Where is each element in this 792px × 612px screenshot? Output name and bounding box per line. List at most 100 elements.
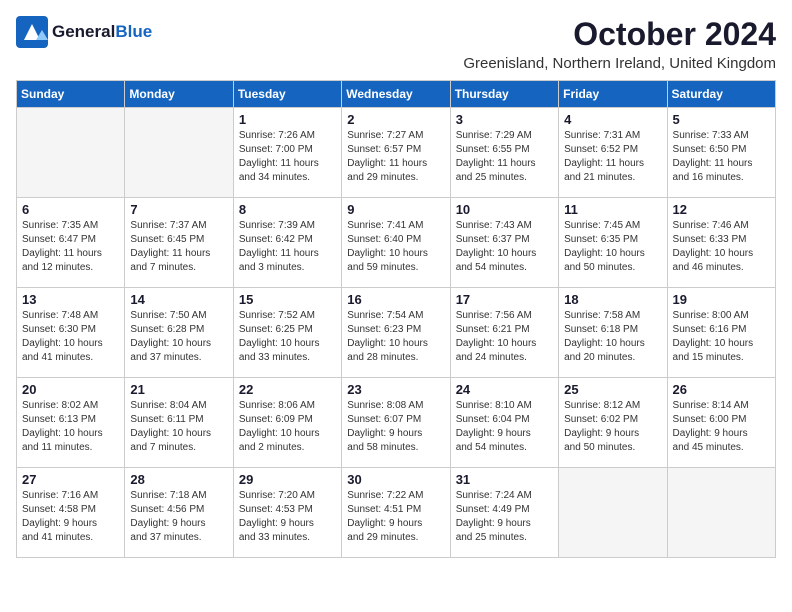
day-number: 22 bbox=[239, 382, 336, 397]
day-info: Sunrise: 7:37 AM Sunset: 6:45 PM Dayligh… bbox=[130, 219, 227, 275]
day-number: 16 bbox=[347, 292, 444, 307]
logo-general: General bbox=[52, 22, 115, 41]
day-number: 13 bbox=[22, 292, 119, 307]
calendar-cell: 10 Sunrise: 7:43 AM Sunset: 6:37 PM Dayli… bbox=[450, 198, 558, 288]
calendar-cell bbox=[559, 468, 667, 558]
day-number: 12 bbox=[673, 202, 770, 217]
calendar-cell: 13Sunrise: 7:48 AM Sunset: 6:30 PM Dayli… bbox=[17, 288, 125, 378]
day-info: Sunrise: 7:18 AM Sunset: 4:56 PM Dayligh… bbox=[130, 489, 227, 545]
logo-blue-text: Blue bbox=[115, 22, 152, 41]
day-number: 1 bbox=[239, 112, 336, 127]
calendar-cell: 26Sunrise: 8:14 AM Sunset: 6:00 PM Dayli… bbox=[667, 378, 775, 468]
calendar-cell: 27 Sunrise: 7:16 AM Sunset: 4:58 PM Dayli… bbox=[17, 468, 125, 558]
calendar-cell: 28 Sunrise: 7:18 AM Sunset: 4:56 PM Dayli… bbox=[125, 468, 233, 558]
day-info: Sunrise: 7:16 AM Sunset: 4:58 PM Dayligh… bbox=[22, 489, 119, 545]
calendar-cell: 8Sunrise: 7:39 AM Sunset: 6:42 PM Daylig… bbox=[233, 198, 341, 288]
week-row-5: 27 Sunrise: 7:16 AM Sunset: 4:58 PM Dayli… bbox=[17, 468, 776, 558]
calendar-cell: 3 Sunrise: 7:29 AM Sunset: 6:55 PM Daylig… bbox=[450, 108, 558, 198]
day-info: Sunrise: 7:27 AM Sunset: 6:57 PM Dayligh… bbox=[347, 129, 444, 185]
header-row: SundayMondayTuesdayWednesdayThursdayFrid… bbox=[17, 81, 776, 108]
day-number: 20 bbox=[22, 382, 119, 397]
calendar-cell: 30 Sunrise: 7:22 AM Sunset: 4:51 PM Dayli… bbox=[342, 468, 450, 558]
day-info: Sunrise: 8:12 AM Sunset: 6:02 PM Dayligh… bbox=[564, 399, 661, 455]
logo-icon bbox=[16, 16, 48, 48]
calendar-cell: 22 Sunrise: 8:06 AM Sunset: 6:09 PM Dayli… bbox=[233, 378, 341, 468]
logo: GeneralBlue bbox=[16, 16, 152, 48]
day-info: Sunrise: 7:43 AM Sunset: 6:37 PM Dayligh… bbox=[456, 219, 553, 275]
col-header-sunday: Sunday bbox=[17, 81, 125, 108]
day-number: 10 bbox=[456, 202, 553, 217]
day-info: Sunrise: 7:24 AM Sunset: 4:49 PM Dayligh… bbox=[456, 489, 553, 545]
calendar-cell: 23 Sunrise: 8:08 AM Sunset: 6:07 PM Dayli… bbox=[342, 378, 450, 468]
day-info: Sunrise: 7:45 AM Sunset: 6:35 PM Dayligh… bbox=[564, 219, 661, 275]
col-header-saturday: Saturday bbox=[667, 81, 775, 108]
day-info: Sunrise: 7:52 AM Sunset: 6:25 PM Dayligh… bbox=[239, 309, 336, 365]
day-info: Sunrise: 8:02 AM Sunset: 6:13 PM Dayligh… bbox=[22, 399, 119, 455]
day-info: Sunrise: 7:50 AM Sunset: 6:28 PM Dayligh… bbox=[130, 309, 227, 365]
day-number: 27 bbox=[22, 472, 119, 487]
day-info: Sunrise: 7:54 AM Sunset: 6:23 PM Dayligh… bbox=[347, 309, 444, 365]
day-number: 19 bbox=[673, 292, 770, 307]
day-number: 6 bbox=[22, 202, 119, 217]
day-number: 5 bbox=[673, 112, 770, 127]
title-section: October 2024 Greenisland, Northern Irela… bbox=[463, 16, 776, 72]
col-header-tuesday: Tuesday bbox=[233, 81, 341, 108]
day-info: Sunrise: 7:26 AM Sunset: 7:00 PM Dayligh… bbox=[239, 129, 336, 185]
week-row-2: 6 Sunrise: 7:35 AM Sunset: 6:47 PM Daylig… bbox=[17, 198, 776, 288]
location-title: Greenisland, Northern Ireland, United Ki… bbox=[463, 55, 776, 72]
day-number: 17 bbox=[456, 292, 553, 307]
week-row-1: 1 Sunrise: 7:26 AM Sunset: 7:00 PM Daylig… bbox=[17, 108, 776, 198]
calendar-cell: 21 Sunrise: 8:04 AM Sunset: 6:11 PM Dayli… bbox=[125, 378, 233, 468]
calendar-cell: 2 Sunrise: 7:27 AM Sunset: 6:57 PM Daylig… bbox=[342, 108, 450, 198]
day-number: 14 bbox=[130, 292, 227, 307]
day-number: 24 bbox=[456, 382, 553, 397]
day-number: 30 bbox=[347, 472, 444, 487]
calendar-cell: 29 Sunrise: 7:20 AM Sunset: 4:53 PM Dayli… bbox=[233, 468, 341, 558]
day-number: 25 bbox=[564, 382, 661, 397]
day-number: 21 bbox=[130, 382, 227, 397]
day-info: Sunrise: 8:04 AM Sunset: 6:11 PM Dayligh… bbox=[130, 399, 227, 455]
calendar-cell: 12Sunrise: 7:46 AM Sunset: 6:33 PM Dayli… bbox=[667, 198, 775, 288]
day-number: 31 bbox=[456, 472, 553, 487]
calendar-cell: 31 Sunrise: 7:24 AM Sunset: 4:49 PM Dayli… bbox=[450, 468, 558, 558]
calendar-cell: 20 Sunrise: 8:02 AM Sunset: 6:13 PM Dayli… bbox=[17, 378, 125, 468]
day-number: 3 bbox=[456, 112, 553, 127]
header: GeneralBlue October 2024 Greenisland, No… bbox=[16, 16, 776, 72]
day-info: Sunrise: 7:29 AM Sunset: 6:55 PM Dayligh… bbox=[456, 129, 553, 185]
day-number: 7 bbox=[130, 202, 227, 217]
week-row-4: 20 Sunrise: 8:02 AM Sunset: 6:13 PM Dayli… bbox=[17, 378, 776, 468]
day-info: Sunrise: 8:00 AM Sunset: 6:16 PM Dayligh… bbox=[673, 309, 770, 365]
day-number: 29 bbox=[239, 472, 336, 487]
day-info: Sunrise: 7:22 AM Sunset: 4:51 PM Dayligh… bbox=[347, 489, 444, 545]
day-info: Sunrise: 7:35 AM Sunset: 6:47 PM Dayligh… bbox=[22, 219, 119, 275]
day-number: 23 bbox=[347, 382, 444, 397]
day-number: 4 bbox=[564, 112, 661, 127]
col-header-friday: Friday bbox=[559, 81, 667, 108]
day-info: Sunrise: 7:20 AM Sunset: 4:53 PM Dayligh… bbox=[239, 489, 336, 545]
day-info: Sunrise: 8:06 AM Sunset: 6:09 PM Dayligh… bbox=[239, 399, 336, 455]
day-number: 15 bbox=[239, 292, 336, 307]
day-number: 9 bbox=[347, 202, 444, 217]
day-info: Sunrise: 7:33 AM Sunset: 6:50 PM Dayligh… bbox=[673, 129, 770, 185]
day-info: Sunrise: 7:39 AM Sunset: 6:42 PM Dayligh… bbox=[239, 219, 336, 275]
day-info: Sunrise: 7:58 AM Sunset: 6:18 PM Dayligh… bbox=[564, 309, 661, 365]
calendar-cell: 5 Sunrise: 7:33 AM Sunset: 6:50 PM Daylig… bbox=[667, 108, 775, 198]
calendar-cell: 1 Sunrise: 7:26 AM Sunset: 7:00 PM Daylig… bbox=[233, 108, 341, 198]
calendar-cell: 9Sunrise: 7:41 AM Sunset: 6:40 PM Daylig… bbox=[342, 198, 450, 288]
col-header-monday: Monday bbox=[125, 81, 233, 108]
day-number: 28 bbox=[130, 472, 227, 487]
day-info: Sunrise: 7:56 AM Sunset: 6:21 PM Dayligh… bbox=[456, 309, 553, 365]
calendar-cell bbox=[125, 108, 233, 198]
calendar-cell: 15 Sunrise: 7:52 AM Sunset: 6:25 PM Dayli… bbox=[233, 288, 341, 378]
calendar-cell: 25 Sunrise: 8:12 AM Sunset: 6:02 PM Dayli… bbox=[559, 378, 667, 468]
day-number: 18 bbox=[564, 292, 661, 307]
calendar-cell: 6 Sunrise: 7:35 AM Sunset: 6:47 PM Daylig… bbox=[17, 198, 125, 288]
calendar-cell: 18 Sunrise: 7:58 AM Sunset: 6:18 PM Dayli… bbox=[559, 288, 667, 378]
day-info: Sunrise: 7:31 AM Sunset: 6:52 PM Dayligh… bbox=[564, 129, 661, 185]
calendar-cell: 4 Sunrise: 7:31 AM Sunset: 6:52 PM Daylig… bbox=[559, 108, 667, 198]
day-info: Sunrise: 8:08 AM Sunset: 6:07 PM Dayligh… bbox=[347, 399, 444, 455]
calendar-cell: 19 Sunrise: 8:00 AM Sunset: 6:16 PM Dayli… bbox=[667, 288, 775, 378]
day-number: 2 bbox=[347, 112, 444, 127]
calendar-cell: 16 Sunrise: 7:54 AM Sunset: 6:23 PM Dayli… bbox=[342, 288, 450, 378]
calendar-table: SundayMondayTuesdayWednesdayThursdayFrid… bbox=[16, 80, 776, 558]
